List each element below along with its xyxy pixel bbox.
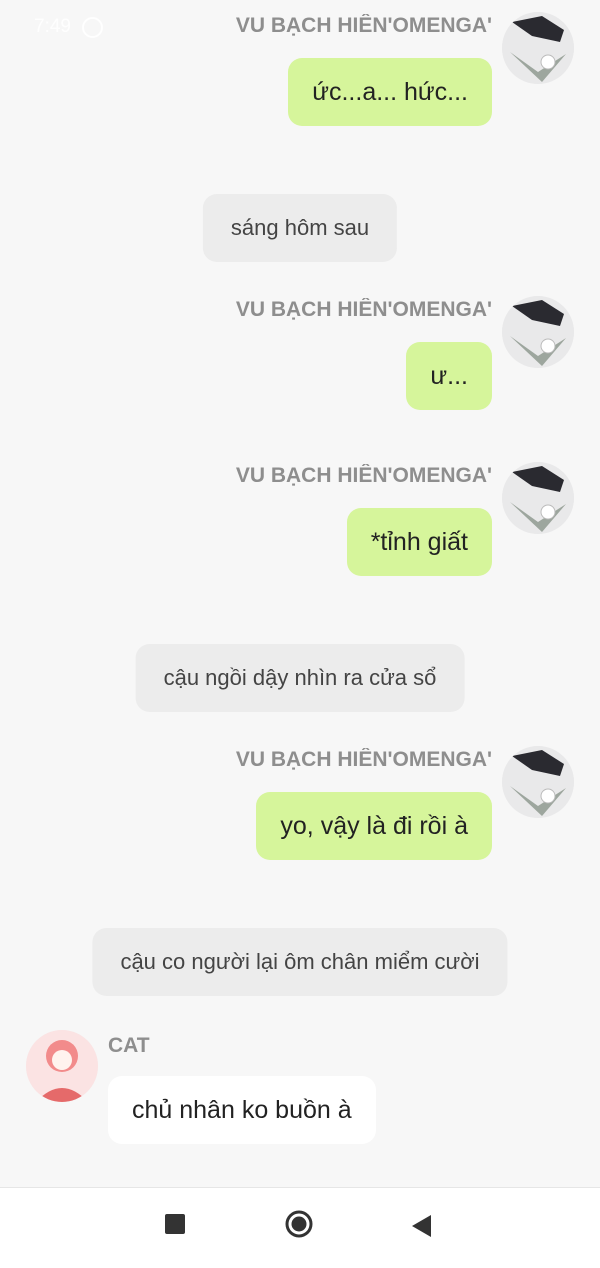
message-bubble[interactable]: chủ nhân ko buồn à	[108, 1076, 376, 1144]
narration-bubble[interactable]: sáng hôm sau	[202, 194, 398, 262]
sender-name: VU BẠCH HIÊN'OMENGA'	[235, 464, 492, 487]
sender-name: VU BẠCH HIÊN'OMENGA'	[235, 748, 492, 771]
sender-name: CAT	[108, 1034, 150, 1057]
sender-avatar[interactable]	[26, 1030, 98, 1102]
navigation-bar	[0, 1187, 600, 1268]
home-icon[interactable]	[285, 1210, 313, 1238]
narration-bubble[interactable]: cậu ngồi dậy nhìn ra cửa sổ	[135, 644, 465, 712]
sender-avatar[interactable]	[502, 296, 574, 368]
recents-icon[interactable]	[165, 1214, 185, 1234]
sender-name: VU BẠCH HIÊN'OMENGA'	[235, 14, 492, 37]
message-bubble[interactable]: ức...a... hức...	[288, 58, 492, 126]
message-bubble[interactable]: *tỉnh giất	[346, 508, 492, 576]
sender-avatar[interactable]	[502, 746, 574, 818]
back-icon[interactable]	[412, 1215, 431, 1237]
narration-bubble[interactable]: cậu co người lại ôm chân miểm cười	[92, 928, 508, 996]
message-bubble[interactable]: ư...	[406, 342, 492, 410]
message-bubble[interactable]: yo, vậy là đi rồi à	[256, 792, 492, 860]
notification-icon	[82, 17, 103, 38]
status-time: 7:49	[34, 16, 71, 37]
sender-avatar[interactable]	[502, 12, 574, 84]
sender-name: VU BẠCH HIÊN'OMENGA'	[235, 298, 492, 321]
sender-avatar[interactable]	[502, 462, 574, 534]
